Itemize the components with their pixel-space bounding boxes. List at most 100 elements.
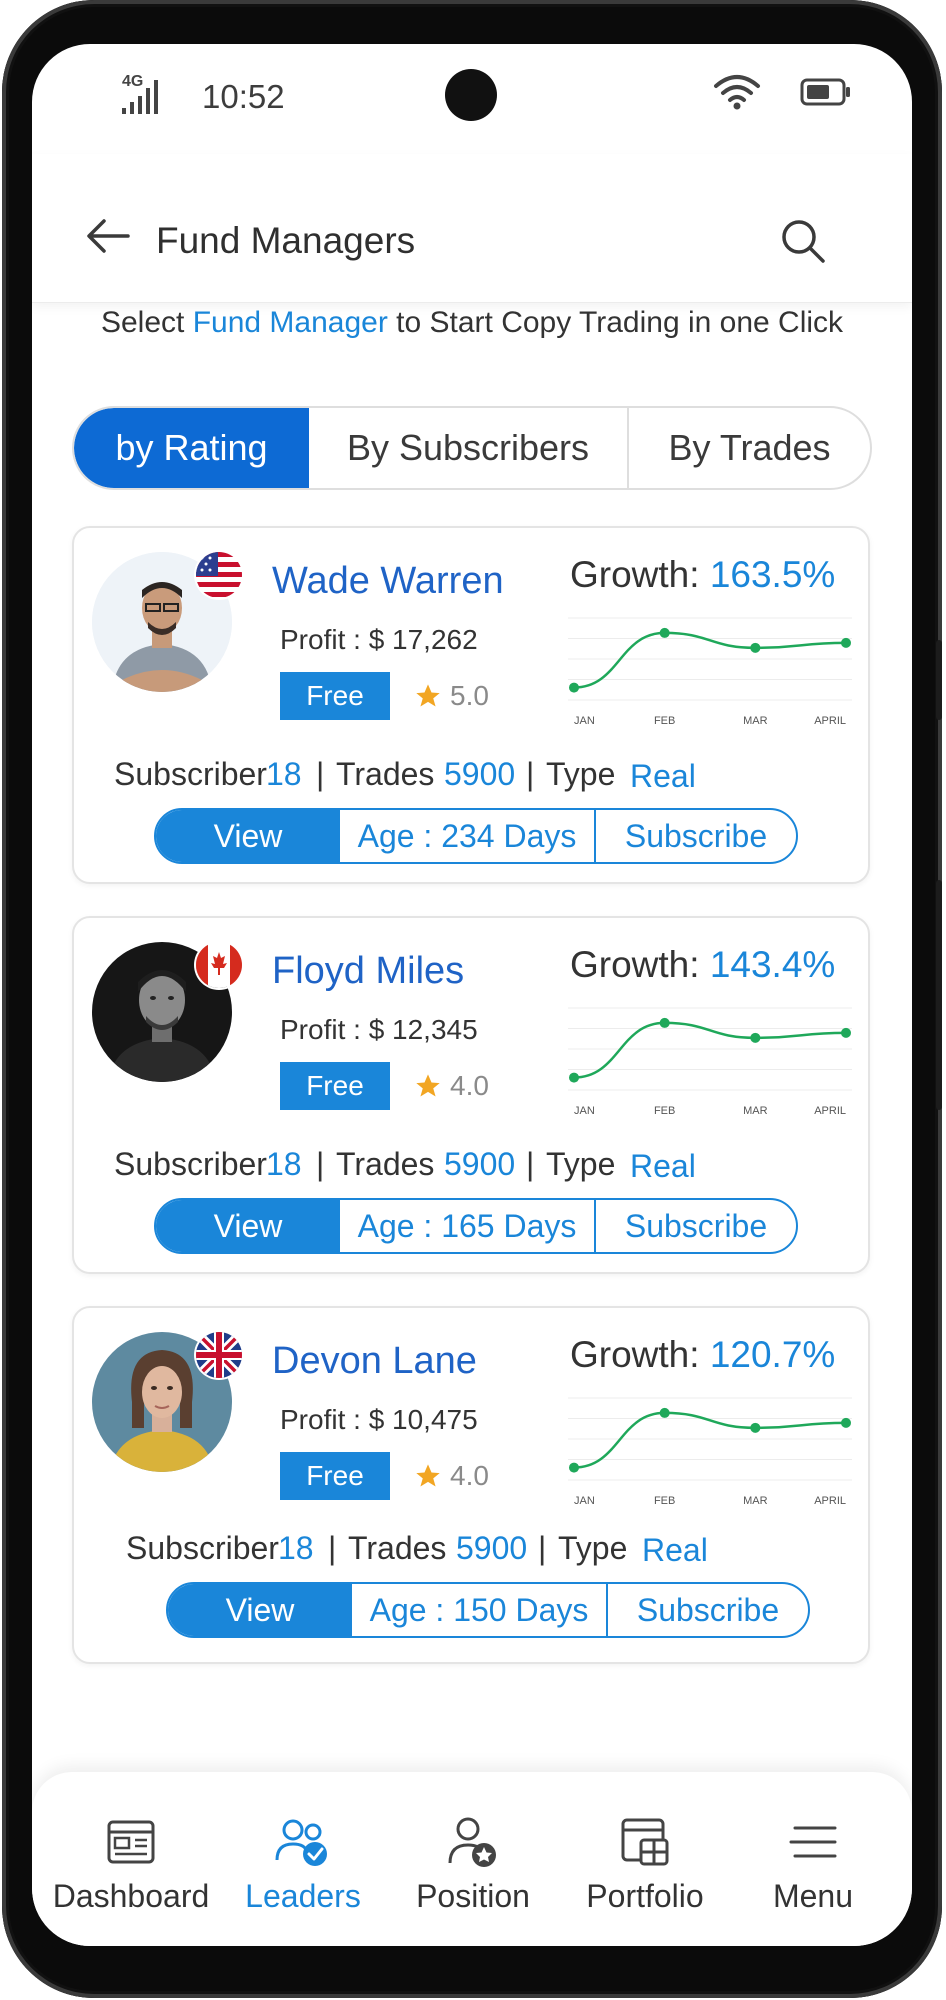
screen: 4G 10:52 Fund Managers Select Fund Manag… [32,44,912,1946]
portfolio-icon [560,1812,730,1872]
data-point [569,1462,579,1473]
x-tick-label: JAN [574,1105,595,1117]
intro-suffix: to Start Copy Trading in one Click [396,306,844,339]
plan-badge: Free [280,1452,390,1500]
page-title: Fund Managers [156,220,416,261]
x-tick-label: FEB [654,1495,675,1507]
manager-name[interactable]: Devon Lane [272,1340,477,1383]
data-point [569,1072,579,1083]
trades-label: Trades [348,1530,447,1566]
profit-text: Profit : $ 12,345 [280,1014,478,1045]
intro-prefix: Select [100,306,185,339]
view-button[interactable]: View [156,1200,340,1252]
x-tick-label: MAR [743,1495,768,1507]
age-label: Age : 165 Days [340,1200,596,1252]
nav-menu[interactable]: Menu [728,1812,898,1915]
data-point [659,1407,670,1418]
data-point [841,1417,851,1428]
x-tick-label: MAR [743,715,768,727]
type-value: Real [630,758,696,794]
profit-text: Profit : $ 10,475 [280,1404,478,1435]
tab-by-trades[interactable]: By Trades [629,408,870,488]
nav-label: Leaders [245,1878,361,1914]
stat-divider: | [316,1146,325,1182]
manager-name[interactable]: Wade Warren [272,560,504,603]
data-point [659,627,670,638]
star-icon [414,1462,442,1495]
subscribe-button[interactable]: Subscribe [596,810,796,862]
wifi-icon [712,72,762,117]
nav-label: Position [416,1878,530,1914]
x-tick-label: APRIL [814,1495,846,1507]
nav-portfolio[interactable]: Portfolio [560,1812,730,1915]
power-button [936,880,942,1110]
trades-label: Trades [336,1146,435,1182]
type-label: Type [558,1530,628,1566]
type-label: Type [546,1146,616,1182]
card-actions: View Age : 234 Days Subscribe [154,808,798,864]
stats-row: Subscriber 18 | Trades 5900 | Type Real [126,1526,866,1576]
status-bar: 4G 10:52 [32,44,912,154]
network-type: 4G [122,73,143,90]
sort-tabs: by Rating By Subscribers By Trades [72,406,872,490]
stats-row: Subscriber 18 | Trades 5900 | Type Real [114,1142,854,1192]
stat-divider: | [538,1530,547,1566]
trades-label: Trades [336,756,435,792]
subscriber-label: Subscriber [114,1146,267,1182]
nav-position[interactable]: Position [388,1812,558,1915]
data-point [659,1017,670,1028]
growth-value: 120.7% [709,1334,836,1375]
subscriber-count: 18 [266,1146,302,1182]
rating-value: 4.0 [450,1460,489,1491]
x-tick-label: APRIL [814,1105,846,1117]
flag-uk-icon [196,1332,242,1378]
nav-label: Menu [772,1878,854,1914]
subscribe-button[interactable]: Subscribe [596,1200,796,1252]
growth-value: 163.5% [709,554,836,595]
growth-text: Growth: 143.4% [570,944,835,986]
manager-name[interactable]: Floyd Miles [272,950,464,993]
profit-text: Profit : $ 17,262 [280,624,478,655]
plan-badge: Free [280,1062,390,1110]
trades-count: 5900 [444,1146,516,1182]
front-camera [445,69,497,121]
growth-label: Growth: [570,1334,700,1375]
leaders-icon [218,1812,388,1872]
type-label: Type [546,756,616,792]
view-button[interactable]: View [168,1584,352,1636]
rating-value: 4.0 [450,1070,489,1101]
stat-divider: | [316,756,325,792]
flag-canada-icon [196,942,242,988]
star-icon [414,682,442,715]
menu-icon [728,1812,898,1872]
card-actions: View Age : 165 Days Subscribe [154,1198,798,1254]
nav-label: Dashboard [52,1878,210,1914]
growth-chart: JAN FEB MAR APRIL [568,617,852,727]
growth-text: Growth: 120.7% [570,1334,835,1376]
data-point [841,637,851,648]
stats-row: Subscriber 18 | Trades 5900 | Type Real [114,752,854,802]
tab-by-rating[interactable]: by Rating [74,408,309,488]
nav-leaders[interactable]: Leaders [218,1812,388,1915]
app-bar: Fund Managers [32,154,912,303]
view-button[interactable]: View [156,810,340,862]
search-icon[interactable] [778,216,828,271]
x-tick-label: MAR [743,1105,768,1117]
growth-text: Growth: 163.5% [570,554,835,596]
growth-chart: JAN FEB MAR APRIL [568,1397,852,1507]
manager-card: Floyd Miles Profit : $ 12,345 Free 4.0 G… [72,916,870,1274]
data-point [750,1032,761,1043]
growth-value: 143.4% [709,944,836,985]
subscriber-count: 18 [266,756,302,792]
card-actions: View Age : 150 Days Subscribe [166,1582,810,1638]
intro-highlight[interactable]: Fund Manager [193,306,388,339]
nav-dashboard[interactable]: Dashboard [46,1812,216,1915]
data-point [750,1422,761,1433]
age-label: Age : 234 Days [340,810,596,862]
growth-label: Growth: [570,554,700,595]
data-point [841,1027,851,1038]
subscribe-button[interactable]: Subscribe [608,1584,808,1636]
back-arrow-icon[interactable] [84,216,132,261]
trades-count: 5900 [456,1530,528,1566]
tab-by-subscribers[interactable]: By Subscribers [309,408,629,488]
